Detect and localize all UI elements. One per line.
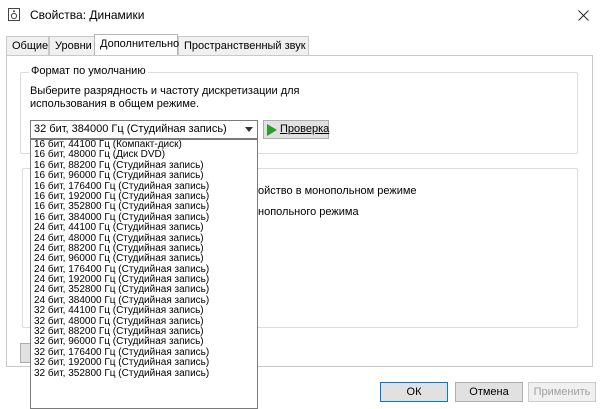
cancel-button[interactable]: Отмена <box>455 382 523 402</box>
format-option[interactable]: 32 бит, 352800 Гц (Студийная запись) <box>31 368 257 379</box>
default-format-title: Формат по умолчанию <box>29 65 148 77</box>
exclusive-priority-label: нопольного режима <box>258 206 359 218</box>
format-dropdown-list[interactable]: 16 бит, 44100 Гц (Компакт-диск) 16 бит, 4… <box>30 139 258 409</box>
cancel-button-label: Отмена <box>469 386 509 398</box>
tab-levels-label: Уровни <box>55 40 92 52</box>
title-bar: Свойства: Динамики <box>0 0 600 30</box>
ok-button-label: ОК <box>406 386 422 398</box>
format-option[interactable]: 24 бит, 44100 Гц (Студийная запись) <box>31 222 257 233</box>
test-button-label: Проверка <box>280 123 330 135</box>
speaker-icon <box>8 8 20 21</box>
chevron-down-icon <box>245 127 253 132</box>
tab-advanced[interactable]: Дополнительно <box>94 34 180 55</box>
ok-button[interactable]: ОК <box>380 382 448 402</box>
test-button[interactable]: Проверка <box>263 120 329 139</box>
close-icon <box>577 9 589 21</box>
tab-spatial-sound-label: Пространственный звук <box>184 40 306 52</box>
apply-button[interactable]: Применить <box>528 382 596 402</box>
tab-spatial-sound[interactable]: Пространственный звук <box>178 36 309 55</box>
play-icon <box>267 124 277 136</box>
close-button[interactable] <box>566 0 600 30</box>
tab-general[interactable]: Общие <box>6 36 49 55</box>
apply-button-label: Применить <box>533 386 591 398</box>
format-select[interactable]: 32 бит, 384000 Гц (Студийная запись) <box>30 120 258 139</box>
window-title: Свойства: Динамики <box>30 8 145 22</box>
format-select-value: 32 бит, 384000 Гц (Студийная запись) <box>34 123 227 135</box>
tab-advanced-label: Дополнительно <box>100 38 180 50</box>
tab-general-label: Общие <box>12 40 49 52</box>
tab-levels[interactable]: Уровни <box>49 36 95 55</box>
exclusive-allow-label: ойство в монопольном режиме <box>258 185 417 197</box>
default-format-description: Выберите разрядность и частоту дискретиз… <box>30 85 300 110</box>
format-option[interactable]: 16 бит, 96000 Гц (Студийная запись) <box>31 170 257 181</box>
